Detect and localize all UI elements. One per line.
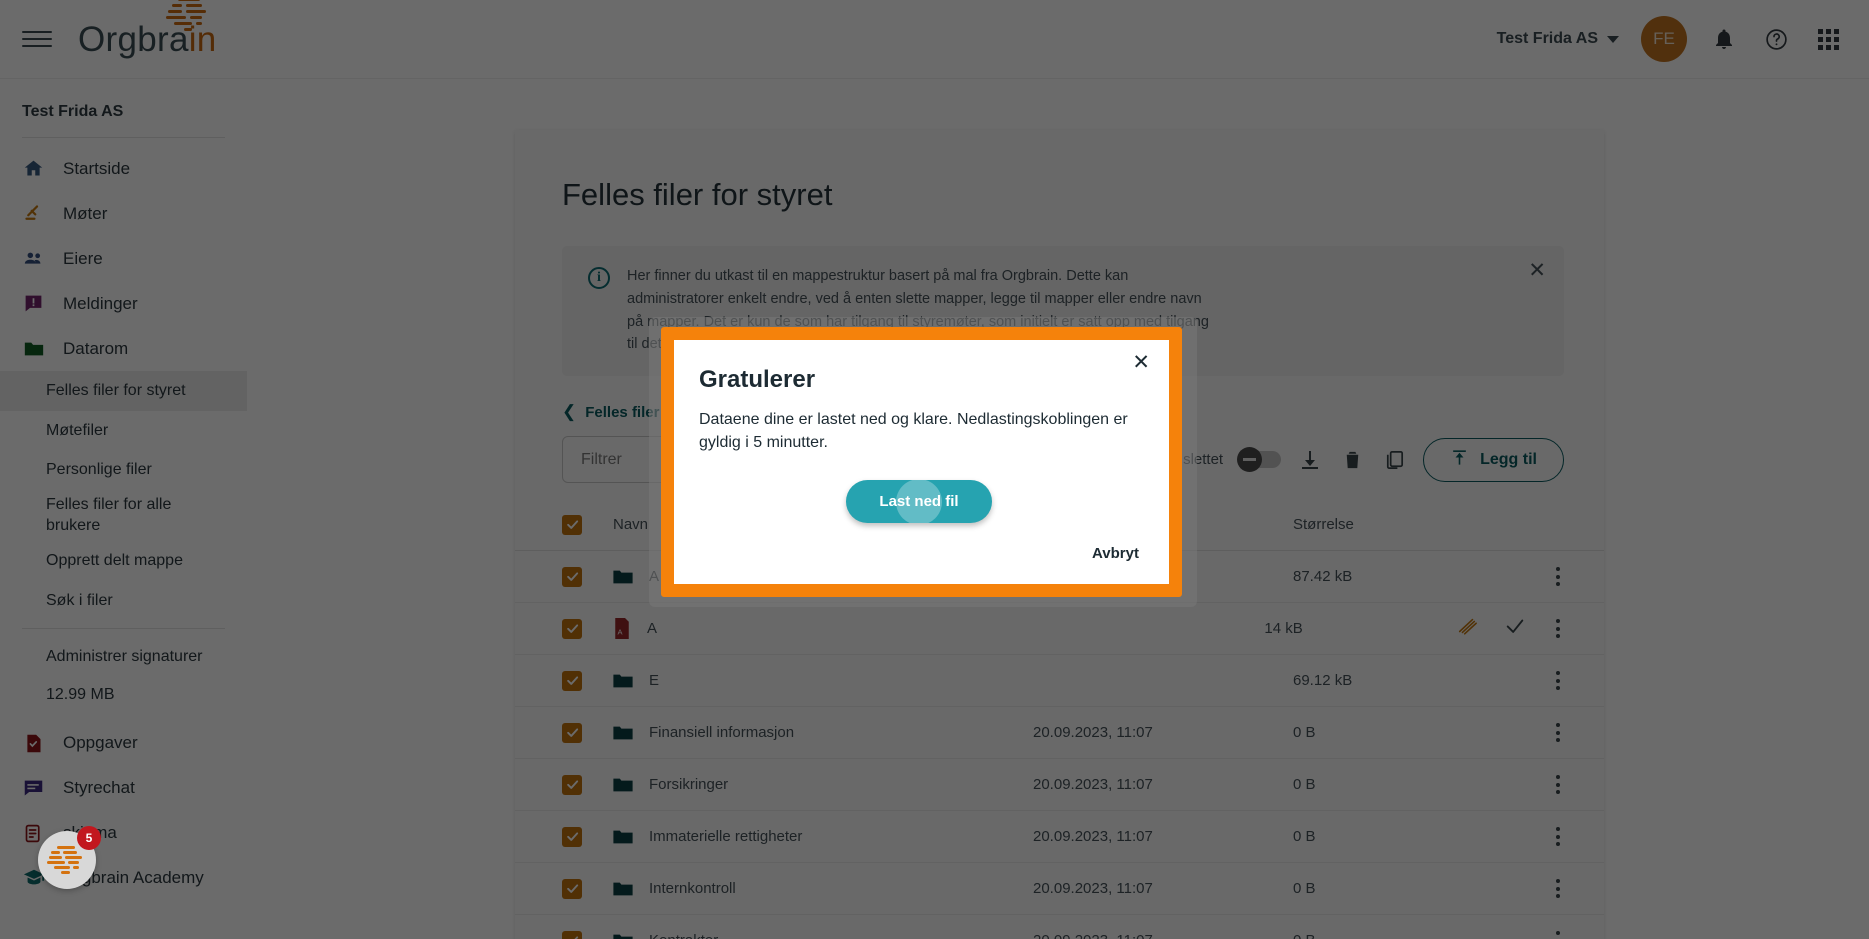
ripple-effect xyxy=(896,480,942,524)
close-icon[interactable]: ✕ xyxy=(1132,352,1150,373)
assistant-badge: 5 xyxy=(77,826,101,850)
dialog-actions: Last ned fil xyxy=(699,480,1139,524)
download-ready-dialog: ✕ Gratulerer Dataene dine er lastet ned … xyxy=(649,317,1209,607)
dialog-title: Gratulerer xyxy=(699,366,816,393)
dialog-message: Dataene dine er lastet ned og klare. Ned… xyxy=(699,411,1128,452)
cancel-button[interactable]: Avbryt xyxy=(699,545,1139,562)
download-file-button[interactable]: Last ned fil xyxy=(846,480,992,524)
brain-logo-icon xyxy=(47,846,87,874)
dialog-panel: ✕ Gratulerer Dataene dine er lastet ned … xyxy=(661,327,1182,598)
app-root: Orgbrain Test Frida AS xyxy=(0,0,1869,939)
dialog-content: ✕ Gratulerer Dataene dine er lastet ned … xyxy=(674,340,1169,584)
orgbrain-assistant-widget[interactable]: 5 xyxy=(38,826,101,889)
